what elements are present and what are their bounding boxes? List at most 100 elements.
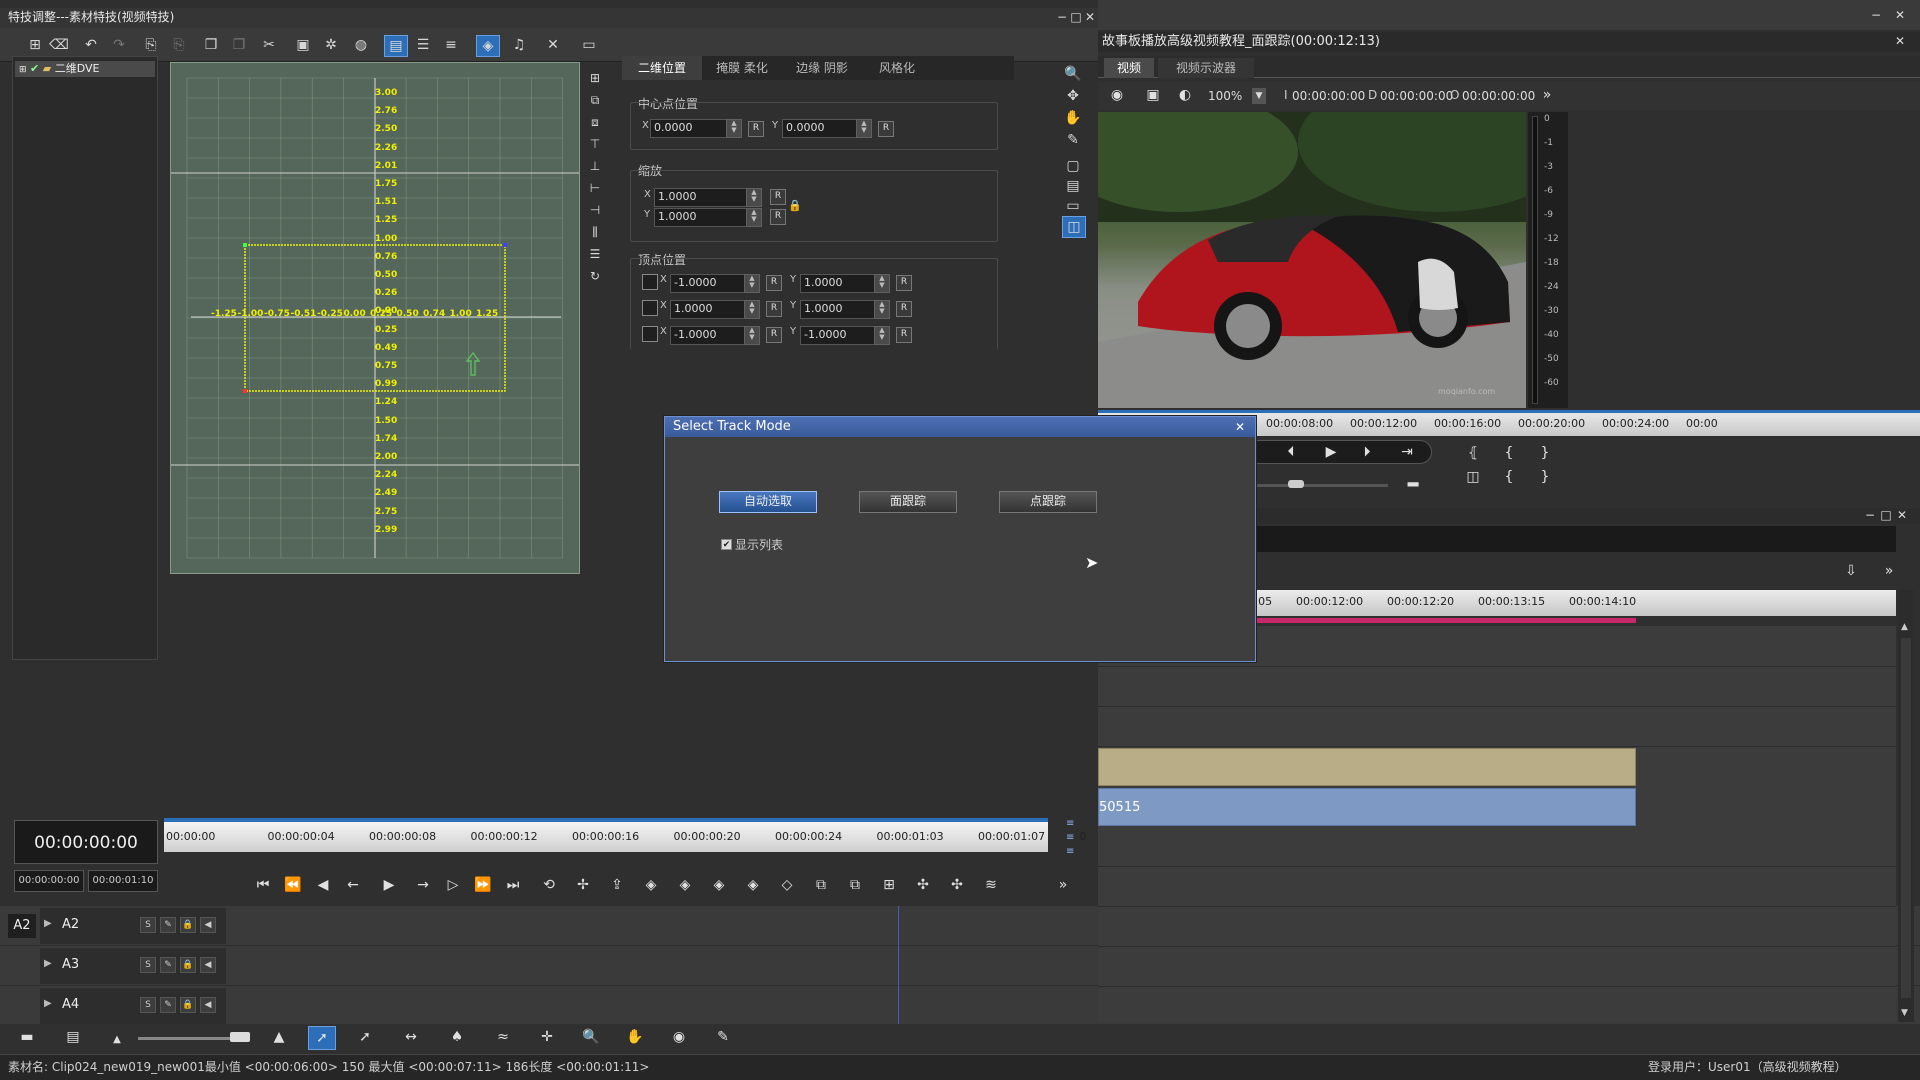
vertex-x-reset-button[interactable]: R [766,327,782,343]
scale-y-input[interactable]: 1.0000 [654,208,751,227]
key-e-icon[interactable]: ⧉ [808,874,834,896]
vertex-y-spinner[interactable]: ▲ ▼ [874,326,890,345]
app-close-button[interactable]: ✕ [1892,6,1908,25]
align-right-icon[interactable]: ⊣ [584,200,606,220]
scale-x-input[interactable]: 1.0000 [654,188,751,207]
zoom-dropdown-icon[interactable]: ▼ [1252,88,1266,104]
step-forward-icon[interactable]: ⏵ [1354,441,1380,463]
effects-icon[interactable]: ✲ [320,35,342,55]
effect-duration-timecode[interactable]: 00:00:01:10 [88,870,158,892]
track-button[interactable]: ◀ [200,917,216,933]
timeline-clip-blue[interactable]: 50515 [1098,788,1636,826]
scroll-up-icon[interactable]: ▲ [1901,622,1908,632]
tab-stylize[interactable]: 风格化 [862,56,932,80]
magnifier-icon[interactable]: 🔍 [578,1026,604,1048]
zoom-in-track-icon[interactable]: ≡ [1066,818,1074,829]
vertex-y-spinner[interactable]: ▲ ▼ [874,274,890,293]
go-end-icon[interactable]: ⏭ [500,874,526,896]
player-titlebar[interactable]: 故事板播放高级视频教程_面跟踪(00:00:12:13) ✕ [1098,32,1920,52]
track-button[interactable]: ◀ [200,957,216,973]
vertex-x-reset-button[interactable]: R [766,301,782,317]
key-g-icon[interactable]: ✣ [944,874,970,896]
redo-icon[interactable]: ↷ [108,35,130,55]
ripple-icon[interactable]: ≈ [490,1026,516,1048]
align-left-icon[interactable]: ⊢ [584,178,606,198]
center-y-reset-button[interactable]: R [878,121,894,137]
storyboard-icon[interactable]: ▬ [14,1026,40,1048]
tab-mask-soft[interactable]: 掩膜 柔化 [702,56,782,80]
scale-y-reset-button[interactable]: R [770,209,786,225]
timeline-maximize-button[interactable]: □ [1878,506,1894,525]
center-x-spinner[interactable]: ▲ ▼ [726,119,742,138]
vertex-y-input[interactable]: -1.0000 [800,326,879,345]
track-mode-icon[interactable]: ◫ [1062,216,1086,238]
shuttle-slider[interactable] [1238,484,1388,487]
vertex-x-spinner[interactable]: ▲ ▼ [744,274,760,293]
vertex-x-spinner[interactable]: ▲ ▼ [744,326,760,345]
vertex-y-reset-button[interactable]: R [896,275,912,291]
copy-icon[interactable]: ❐ [200,35,222,55]
bracket-icon[interactable]: ⦃ [1460,442,1486,464]
dve-position-grid[interactable]: -1.25 -1.00 -0.75 -0.51 -0.25 0.00 0.25 0.50 0.7… [170,62,580,574]
cut-icon[interactable]: ✂ [258,35,280,55]
back-icon[interactable]: ← [340,874,366,896]
track-header[interactable]: ▶ A3 S ✎ 🔒 ◀ [40,948,226,984]
globe-icon[interactable]: ◍ [350,35,372,55]
scroll-down-icon[interactable]: ▼ [1901,1008,1908,1018]
stack-icon[interactable]: ☰ [584,244,606,264]
next-frame-icon[interactable]: ▷ [440,874,466,896]
track-button[interactable]: ◀ [200,997,216,1013]
expand-icon[interactable]: ⊞ [19,65,27,75]
vertex-y-spinner[interactable]: ▲ ▼ [874,300,890,319]
mountain-large-icon[interactable]: ▲ [266,1026,292,1048]
player-play-icon[interactable]: ▶ [1318,441,1344,463]
jump-forward-icon[interactable]: ⇥ [1394,441,1420,463]
fit-icon[interactable]: ⧉ [584,90,606,110]
mountain-small-icon[interactable]: ▲ [104,1028,130,1050]
track-button[interactable]: S [140,957,156,973]
align-top-icon[interactable]: ⊤ [584,134,606,154]
panel-icon[interactable]: ▭ [1062,196,1084,216]
vertex-x-input[interactable]: 1.0000 [670,300,749,319]
vertex-y-input[interactable]: 1.0000 [800,300,879,319]
wave-icon[interactable]: ≋ [978,874,1004,896]
select-tool-icon[interactable]: ➚ [308,1026,336,1050]
split-icon[interactable]: ▤ [1062,176,1084,196]
tree-item-2d-dve[interactable]: ⊞ ✔ ▰ 二维DVE [15,61,155,77]
prev-key-icon[interactable]: ⏪ [280,874,306,896]
monitor-icon[interactable]: ▭ [578,35,600,55]
vertex-x-input[interactable]: -1.0000 [670,326,749,345]
face-track-button[interactable]: 面跟踪 [859,491,957,513]
track-button[interactable]: 🔒 [180,997,196,1013]
edit-icon[interactable]: ✎ [1062,130,1084,150]
track-button[interactable]: 🔒 [180,917,196,933]
timeline-export-icon[interactable]: ⇩ [1838,560,1864,582]
tab-video[interactable]: 视频 [1104,58,1154,78]
zoom-out-track-icon[interactable]: ≡ [1066,832,1074,843]
track-expand-icon[interactable]: ▶ [44,998,52,1009]
video-frame[interactable]: moqianfo.com [1098,112,1526,408]
forward-icon[interactable]: → [410,874,436,896]
razor-icon[interactable]: ♠ [444,1026,470,1048]
in-point-icon[interactable]: { [1496,442,1522,464]
music-icon[interactable]: ♫ [508,35,530,55]
track-button[interactable]: ✎ [160,917,176,933]
layout-icon[interactable]: ▤ [60,1026,86,1048]
zoom-select[interactable]: 100% [1208,87,1252,105]
track-icon[interactable]: ◈ [476,35,500,57]
timeline-minimize-button[interactable]: − [1862,506,1878,525]
chat-icon[interactable]: ◉ [666,1026,692,1048]
track-header[interactable]: ▶ A2 S ✎ 🔒 ◀ [40,908,226,944]
eraser-icon[interactable]: ⌫ [48,35,70,55]
go-start-icon[interactable]: ⏮ [250,874,276,896]
clip-icon[interactable]: ◫ [1460,466,1486,488]
point-track-button[interactable]: 点跟踪 [999,491,1097,513]
window-icon[interactable]: ▢ [1062,156,1084,176]
track-expand-icon[interactable]: ▶ [44,958,52,969]
center-x-reset-button[interactable]: R [748,121,764,137]
multi-select-icon[interactable]: ➚ [352,1026,378,1048]
save-icon[interactable]: ▣ [292,35,314,55]
cross-icon[interactable]: ✛ [534,1026,560,1048]
player-close-button[interactable]: ✕ [1892,32,1908,51]
vertex-y-input[interactable]: 1.0000 [800,274,879,293]
